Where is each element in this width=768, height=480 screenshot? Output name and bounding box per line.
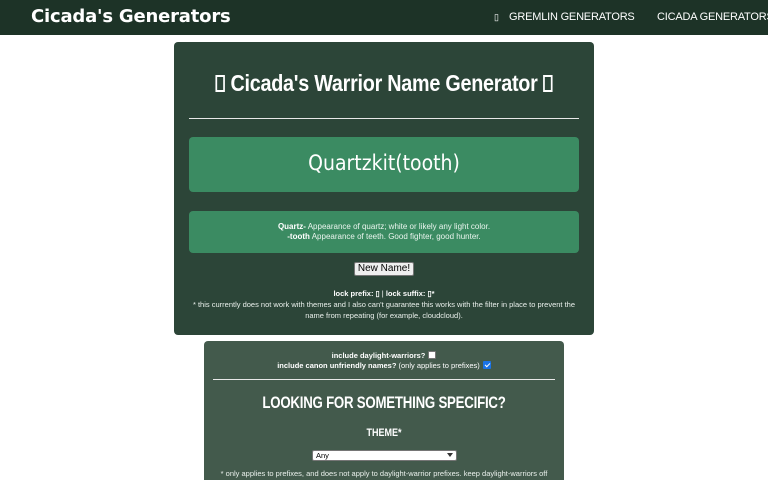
theme-label: THEME*	[366, 427, 402, 439]
daylight-label: include daylight-warriors?	[331, 351, 426, 360]
generator-panel: Cicada's Warrior Name Generator Quartzki…	[174, 42, 594, 335]
new-name-button[interactable]: New Name!	[354, 262, 414, 276]
lock-controls: lock prefix: ▯ | lock suffix: ▯*	[174, 289, 594, 298]
name-meaning-box: Quartz- Appearance of quartz; white or l…	[189, 211, 579, 253]
nav-link-cicada-generators[interactable]: CICADA GENERATORS	[657, 11, 768, 23]
nav-link-gremlin-generators[interactable]: ▯ GREMLIN GENERATORS	[494, 11, 635, 23]
generated-name-box: Quartzkit(tooth)	[189, 137, 579, 192]
generator-title: Cicada's Warrior Name Generator	[230, 70, 538, 96]
daylight-option: include daylight-warriors?	[204, 351, 564, 360]
suffix-desc: Appearance of teeth. Good fighter, good …	[309, 232, 481, 241]
canon-note: (only applies to prefixes)	[396, 361, 480, 370]
theme-select[interactable]: Any	[312, 450, 457, 461]
prefix-term: Quartz-	[277, 222, 306, 231]
specific-title: LOOKING FOR SOMETHING SPECIFIC?	[262, 393, 506, 412]
prefix-meaning: Quartz- Appearance of quartz; white or l…	[189, 222, 579, 232]
chevron-down-icon	[447, 453, 453, 457]
canon-checkbox[interactable]	[482, 361, 491, 369]
nav-link-label: GREMLIN GENERATORS	[509, 11, 635, 23]
lock-prefix-label: lock prefix:	[333, 289, 376, 298]
canon-option: include canon unfriendly names? (only ap…	[204, 361, 564, 370]
theme-note: * only applies to prefixes, and does not…	[220, 469, 548, 478]
divider	[213, 379, 555, 380]
canon-label: include canon unfriendly names?	[277, 361, 397, 370]
divider	[189, 118, 579, 119]
brand-title[interactable]: Cicada's Generators	[31, 6, 231, 27]
lock-suffix-label: lock suffix:	[385, 289, 428, 298]
suffix-meaning: -tooth Appearance of teeth. Good fighter…	[189, 232, 579, 242]
theme-selected-value: Any	[316, 451, 329, 460]
generator-note: * this currently does not work with them…	[192, 300, 576, 320]
options-panel: include daylight-warriors? include canon…	[204, 341, 564, 480]
generated-name: Quartzkit(tooth)	[308, 151, 460, 175]
box-icon: ▯	[494, 12, 499, 22]
box-icon	[542, 75, 553, 92]
daylight-checkbox[interactable]	[428, 351, 437, 359]
prefix-desc: Appearance of quartz; white or likely an…	[305, 222, 491, 231]
box-icon	[215, 75, 226, 92]
navbar: Cicada's Generators ▯ GREMLIN GENERATORS …	[0, 0, 768, 35]
lock-suffix-icon[interactable]: ▯*	[428, 289, 435, 298]
suffix-term: -tooth	[287, 232, 310, 241]
generator-title-row: Cicada's Warrior Name Generator	[203, 70, 564, 97]
